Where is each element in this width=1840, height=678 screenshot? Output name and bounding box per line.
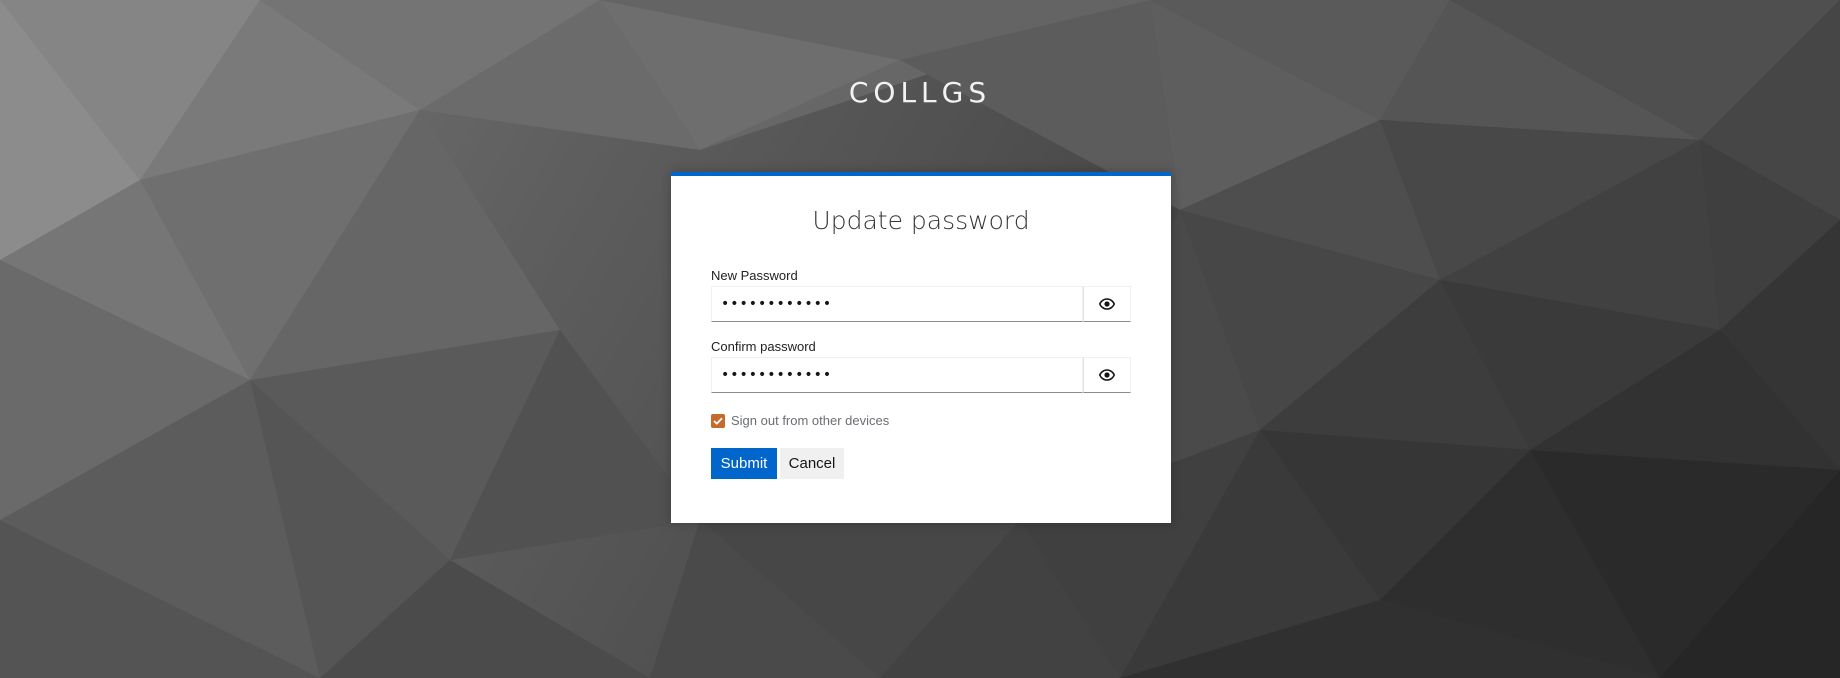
show-confirm-password-button[interactable] xyxy=(1083,357,1131,393)
confirm-password-input[interactable]: •••••••••••• xyxy=(711,357,1083,393)
sign-out-other-devices-checkbox[interactable] xyxy=(711,413,725,428)
cancel-button[interactable]: Cancel xyxy=(780,448,844,479)
show-new-password-button[interactable] xyxy=(1083,286,1131,322)
confirm-password-label: Confirm password xyxy=(711,339,816,354)
brand-title: COLLGS xyxy=(848,76,992,109)
confirm-password-group: •••••••••••• xyxy=(711,357,1131,393)
submit-button[interactable]: Submit xyxy=(711,448,777,479)
new-password-label: New Password xyxy=(711,268,798,283)
sign-out-other-devices-row: Sign out from other devices xyxy=(711,413,889,428)
new-password-input[interactable]: •••••••••••• xyxy=(711,286,1083,322)
update-password-card: Update password New Password •••••••••••… xyxy=(671,172,1171,523)
checkmark-icon xyxy=(713,417,723,425)
sign-out-other-devices-label[interactable]: Sign out from other devices xyxy=(731,413,889,428)
eye-icon xyxy=(1099,298,1115,310)
page-title: Update password xyxy=(812,206,1030,235)
new-password-group: •••••••••••• xyxy=(711,286,1131,322)
eye-icon xyxy=(1099,369,1115,381)
